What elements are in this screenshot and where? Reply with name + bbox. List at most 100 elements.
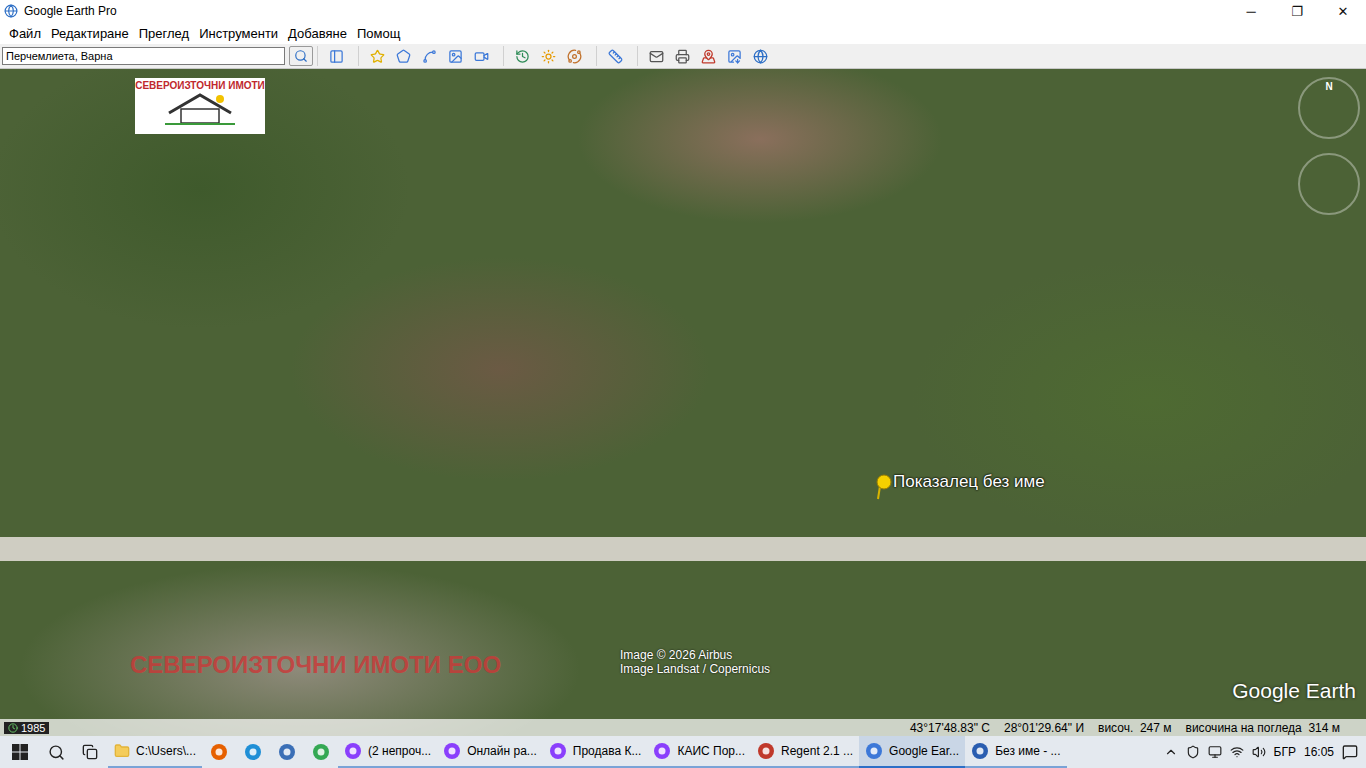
maps-icon xyxy=(701,49,716,64)
wifi-icon[interactable] xyxy=(1230,745,1244,759)
historical-year[interactable]: 1985 xyxy=(4,722,49,734)
menu-bar: ФайлРедактиранеПрегледИнструментиДобавян… xyxy=(0,22,1366,44)
display-icon[interactable] xyxy=(1208,745,1222,759)
map-status-bar: 1985 43°17'48.83" С 28°01'29.64" И височ. 2… xyxy=(0,719,1366,736)
logo-text: СЕВЕРОИЗТОЧНИ ИМОТИ xyxy=(135,80,265,91)
app-icon xyxy=(278,743,296,761)
overlay-icon xyxy=(448,49,463,64)
menu-item[interactable]: Файл xyxy=(4,26,46,41)
menu-item[interactable]: Преглед xyxy=(134,26,194,41)
tray-expand-icon[interactable] xyxy=(1164,745,1178,759)
chrome-button[interactable] xyxy=(304,736,338,768)
placemark-pin-icon[interactable] xyxy=(874,474,894,500)
taskbar-label: Regent 2.1 ... xyxy=(781,744,853,758)
window-control[interactable]: ❐ xyxy=(1274,0,1320,22)
start-button[interactable] xyxy=(0,736,40,768)
email-icon xyxy=(649,49,664,64)
taskbar-label: КАИС Пор... xyxy=(677,744,745,758)
toolbar-button[interactable] xyxy=(510,46,534,66)
app-button[interactable] xyxy=(270,736,304,768)
search-field[interactable]: Перчемлиета, Варна xyxy=(2,47,285,65)
menu-item[interactable]: Редактиране xyxy=(46,26,134,41)
navigation-control[interactable] xyxy=(1298,153,1360,215)
clock-icon xyxy=(8,723,18,733)
globe-icon xyxy=(753,49,768,64)
firefox-icon xyxy=(210,743,228,761)
taskbar-label: C:\Users\... xyxy=(136,744,196,758)
app-icon xyxy=(865,742,883,760)
app-globe-icon xyxy=(4,4,18,18)
clock[interactable]: 16:05 xyxy=(1304,745,1334,759)
window-control[interactable]: ─ xyxy=(1228,0,1274,22)
search-button[interactable] xyxy=(289,46,313,66)
notifications-icon[interactable] xyxy=(1342,744,1358,760)
house-icon xyxy=(165,91,235,125)
toolbar-button[interactable] xyxy=(365,46,389,66)
sidebar-toggle[interactable] xyxy=(324,46,348,66)
toolbar-button[interactable] xyxy=(443,46,467,66)
search-taskbar-button[interactable] xyxy=(40,736,72,768)
menu-item[interactable]: Добавяне xyxy=(283,26,352,41)
firefox-button[interactable] xyxy=(202,736,236,768)
app-icon xyxy=(971,742,989,760)
taskbar-item[interactable]: Regent 2.1 ... xyxy=(751,736,859,768)
taskbar-item[interactable]: Продава К... xyxy=(543,736,648,768)
polygon-icon xyxy=(396,49,411,64)
add-tools xyxy=(358,46,499,66)
toolbar-button[interactable] xyxy=(469,46,493,66)
volume-icon[interactable] xyxy=(1252,745,1266,759)
taskbar-item[interactable]: Без име - ... xyxy=(965,736,1066,768)
toolbar-button[interactable] xyxy=(536,46,560,66)
path-icon xyxy=(422,49,437,64)
toolbar-button[interactable] xyxy=(670,46,694,66)
language-indicator[interactable]: БГР xyxy=(1274,745,1296,759)
menu-item[interactable]: Помощ xyxy=(352,26,405,41)
folder-icon xyxy=(114,743,130,759)
map-view[interactable]: СЕВЕРОИЗТОЧНИ ИМОТИ N Показалец без име СЕВ… xyxy=(0,69,1366,736)
tour-icon xyxy=(474,49,489,64)
watermark: СЕВЕРОИЗТОЧНИ ИМОТИ ЕОО xyxy=(130,651,501,679)
toolbar-button[interactable] xyxy=(644,46,668,66)
task-view-button[interactable] xyxy=(72,736,108,768)
attribution-line: Image © 2026 Airbus xyxy=(620,648,770,662)
toolbar-button[interactable] xyxy=(722,46,746,66)
toolbar-button[interactable] xyxy=(696,46,720,66)
taskbar-item[interactable]: Онлайн ра... xyxy=(437,736,543,768)
placemark-icon xyxy=(370,49,385,64)
placemark-label[interactable]: Показалец без име xyxy=(893,472,1045,492)
toolbar-button[interactable] xyxy=(562,46,586,66)
title-bar: Google Earth Pro─❐✕ xyxy=(0,0,1366,22)
app-icon xyxy=(344,742,362,760)
screen: Google Earth Pro─❐✕ФайлРедактиранеПрегле… xyxy=(0,0,1366,768)
window-control[interactable]: ✕ xyxy=(1320,0,1366,22)
longitude: 28°01'29.64" И xyxy=(1004,721,1084,735)
taskbar-item[interactable]: КАИС Пор... xyxy=(647,736,751,768)
toolbar-button[interactable] xyxy=(417,46,441,66)
taskbar-label: Без име - ... xyxy=(995,744,1060,758)
edge-icon xyxy=(244,743,262,761)
google-earth-brand: Google Earth xyxy=(1232,679,1356,703)
toolbar-button[interactable] xyxy=(391,46,415,66)
agency-logo: СЕВЕРОИЗТОЧНИ ИМОТИ xyxy=(135,78,265,134)
taskbar-item[interactable]: (2 непроч... xyxy=(338,736,437,768)
edge-button[interactable] xyxy=(236,736,270,768)
planets-icon xyxy=(567,49,582,64)
compass[interactable]: N xyxy=(1298,77,1360,139)
toolbar-button[interactable] xyxy=(603,46,627,66)
ruler-icon xyxy=(608,49,623,64)
menu-item[interactable]: Инструменти xyxy=(194,26,283,41)
windows-icon xyxy=(12,744,28,760)
app-icon xyxy=(653,742,671,760)
latitude: 43°17'48.83" С xyxy=(910,721,990,735)
elevation: височ. 247 м xyxy=(1098,721,1171,735)
attribution: Image © 2026 AirbusImage Landsat / Coper… xyxy=(620,648,770,676)
window-title: Google Earth Pro xyxy=(24,4,1228,18)
sidebar-group xyxy=(317,46,354,66)
taskbar-item[interactable]: Google Ear... xyxy=(859,736,965,768)
print-icon xyxy=(675,49,690,64)
toolbar-button[interactable] xyxy=(748,46,772,66)
search-icon xyxy=(294,49,308,63)
security-icon[interactable] xyxy=(1186,745,1200,759)
search-icon xyxy=(48,744,65,761)
taskbar-item[interactable]: C:\Users\... xyxy=(108,736,202,768)
